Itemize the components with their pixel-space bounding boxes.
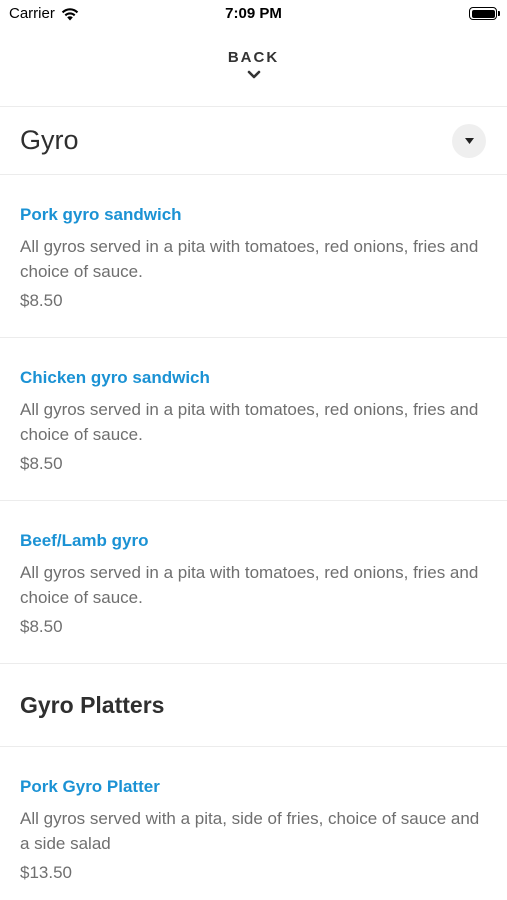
chevron-down-icon: [247, 70, 260, 79]
menu-item-description: All gyros served in a pita with tomatoes…: [20, 237, 479, 281]
menu-item-name: Pork gyro sandwich: [20, 205, 182, 224]
status-bar: Carrier 7:09 PM: [0, 0, 507, 30]
menu-item-price: $13.50: [20, 863, 72, 882]
menu-item-price: $8.50: [20, 291, 63, 310]
caret-down-icon: [464, 137, 474, 144]
menu-item-name: Chicken gyro sandwich: [20, 368, 210, 387]
menu-item-description: All gyros served in a pita with tomatoes…: [20, 400, 479, 444]
menu-item-name: Beef/Lamb gyro: [20, 531, 149, 550]
menu-item[interactable]: Pork Gyro Platter All gyros served with …: [0, 747, 507, 900]
section-header-gyro-platters: Gyro Platters: [0, 664, 507, 747]
section-title: Gyro: [20, 125, 79, 155]
menu-item[interactable]: Pork gyro sandwich All gyros served in a…: [0, 175, 507, 338]
section-title: Gyro Platters: [20, 691, 165, 718]
section-dropdown-button[interactable]: [452, 123, 486, 158]
menu-item[interactable]: Beef/Lamb gyro All gyros served in a pit…: [0, 501, 507, 664]
menu-item-description: All gyros served in a pita with tomatoes…: [20, 563, 479, 607]
battery-icon: [469, 7, 500, 20]
menu-item-description: All gyros served with a pita, side of fr…: [20, 809, 480, 853]
back-label: BACK: [227, 49, 280, 66]
menu-item-price: $8.50: [20, 454, 63, 473]
menu-item-price: $8.50: [20, 617, 63, 636]
menu-item-name: Pork Gyro Platter: [20, 777, 160, 796]
menu-item[interactable]: Chicken gyro sandwich All gyros served i…: [0, 338, 507, 501]
status-time: 7:09 PM: [225, 5, 282, 22]
section-header-gyro: Gyro: [0, 107, 507, 175]
back-button[interactable]: BACK: [0, 30, 507, 107]
battery-fill: [471, 9, 495, 18]
